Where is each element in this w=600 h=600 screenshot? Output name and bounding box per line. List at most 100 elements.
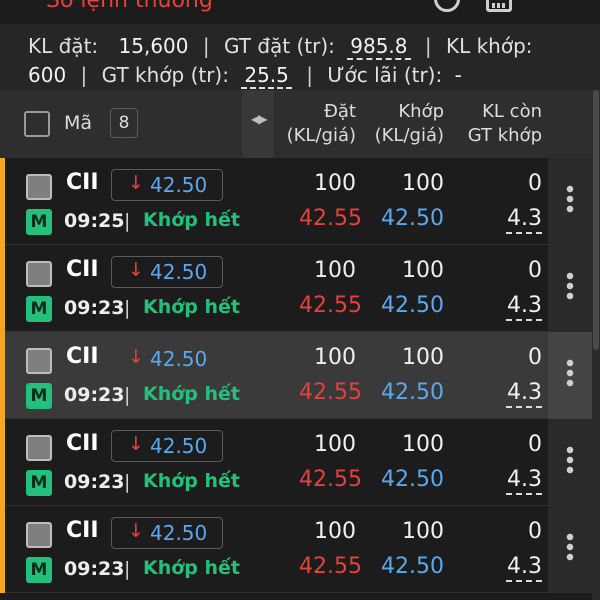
col-klcon[interactable]: KL còn GT khớp	[448, 100, 542, 148]
symbol: CII	[66, 170, 99, 195]
row-accent	[0, 419, 5, 506]
dat-qty: 100	[314, 258, 356, 283]
table-row[interactable]: CII ↓ 42.50 M 09:25 | Khớp hết 100 42.55…	[0, 158, 600, 245]
resize-arrows-icon: ◀▶	[251, 112, 268, 126]
khop-price: 42.50	[381, 554, 444, 579]
kl-khop-label: KL khớp:	[445, 34, 533, 58]
col-khop-line2: (KL/giá)	[374, 125, 444, 146]
gt-khop[interactable]: 4.3	[506, 293, 542, 321]
order-summary: KL đặt: 15,600 | GT đặt (tr): 985.8 | KL…	[0, 24, 600, 90]
khop-qty: 100	[402, 171, 444, 196]
order-status: Khớp hết	[143, 383, 241, 405]
table-row[interactable]: CII ↓ 42.50 M 09:23 | Khớp hết 100 42.55…	[0, 245, 600, 332]
gt-khop[interactable]: 4.3	[506, 380, 542, 408]
kl-con: 0	[528, 519, 542, 544]
kl-khop-value: 600	[28, 63, 67, 87]
table-header: Mã 8 ◀▶ Đặt (KL/giá) Khớp (KL/giá) KL cò…	[0, 90, 600, 158]
col-dat[interactable]: Đặt (KL/giá)	[270, 100, 356, 148]
order-count-badge: 8	[110, 108, 138, 138]
row-menu-button[interactable]	[548, 245, 592, 332]
khop-price: 42.50	[381, 380, 444, 405]
symbol: CII	[66, 344, 99, 369]
gt-dat-value[interactable]: 985.8	[347, 34, 411, 60]
row-menu-button[interactable]	[548, 506, 592, 593]
row-accent	[0, 332, 5, 419]
row-checkbox[interactable]	[26, 261, 52, 287]
kl-con: 0	[528, 171, 542, 196]
summary-line-2: 600 | GT khớp (tr): 25.5 | Ước lãi (tr):…	[28, 61, 572, 90]
row-menu-button[interactable]	[548, 158, 592, 245]
price-box[interactable]: ↓ 42.50	[111, 256, 223, 288]
kl-con: 0	[528, 258, 542, 283]
more-vertical-icon[interactable]	[548, 0, 558, 20]
khop-price: 42.50	[381, 467, 444, 492]
separator: |	[424, 34, 432, 58]
col-klcon-line2: GT khớp	[467, 125, 542, 146]
scrollbar[interactable]	[592, 90, 600, 600]
select-all-checkbox[interactable]	[24, 111, 50, 137]
current-price: 42.50	[150, 434, 208, 458]
kl-con: 0	[528, 432, 542, 457]
table-row[interactable]: CII ↓ 42.50 M 09:23 | Khớp hết 100 42.55…	[0, 506, 600, 593]
gt-khop[interactable]: 4.3	[506, 554, 542, 582]
separator: |	[124, 558, 131, 580]
order-status: Khớp hết	[143, 296, 241, 318]
price-box[interactable]: ↓ 42.50	[111, 517, 223, 549]
price-box[interactable]: ↓ 42.50	[111, 430, 223, 462]
price-box[interactable]: ↓ 42.50	[111, 343, 223, 375]
row-checkbox[interactable]	[26, 174, 52, 200]
kl-dat-label: KL đặt:	[28, 34, 99, 58]
gt-khop-value[interactable]: 25.5	[241, 63, 292, 89]
current-price: 42.50	[150, 260, 208, 284]
col-khop[interactable]: Khớp (KL/giá)	[360, 100, 444, 148]
kl-dat-value: 15,600	[118, 34, 189, 58]
gt-khop-label: GT khớp (tr):	[101, 63, 229, 87]
row-checkbox[interactable]	[26, 348, 52, 374]
summary-line-1: KL đặt: 15,600 | GT đặt (tr): 985.8 | KL…	[28, 32, 572, 61]
table-row[interactable]: CII ↓ 42.50 M 09:23 | Khớp hết 100 42.55…	[0, 419, 600, 506]
dat-qty: 100	[314, 345, 356, 370]
col-khop-line1: Khớp	[398, 101, 444, 122]
table-row[interactable]: CII ↓ 42.50 M 09:23 | Khớp hết 100 42.55…	[0, 332, 600, 419]
separator: |	[306, 63, 313, 87]
more-vertical-icon	[566, 445, 574, 475]
gt-khop[interactable]: 4.3	[506, 467, 542, 495]
arrow-down-icon: ↓	[128, 172, 144, 194]
order-time: 09:23	[64, 471, 125, 493]
more-vertical-icon	[566, 184, 574, 214]
order-type-badge: M	[26, 296, 52, 322]
current-price: 42.50	[150, 521, 208, 545]
current-price: 42.50	[150, 173, 208, 197]
price-box[interactable]: ↓ 42.50	[111, 169, 223, 201]
arrow-down-icon: ↓	[128, 520, 144, 542]
gt-dat-label: GT đặt (tr):	[223, 34, 335, 58]
separator: |	[124, 210, 131, 232]
symbol: CII	[66, 257, 99, 282]
arrow-down-icon: ↓	[128, 346, 144, 368]
symbol: CII	[66, 518, 99, 543]
khop-price: 42.50	[381, 293, 444, 318]
dat-price: 42.55	[299, 380, 362, 405]
more-vertical-icon	[566, 271, 574, 301]
khop-qty: 100	[402, 345, 444, 370]
scrollbar-thumb[interactable]	[593, 90, 599, 350]
col-klcon-line1: KL còn	[482, 101, 542, 122]
khop-qty: 100	[402, 519, 444, 544]
separator: |	[80, 63, 88, 87]
row-menu-button[interactable]	[548, 419, 592, 506]
row-checkbox[interactable]	[26, 435, 52, 461]
uoc-lai-value: -	[454, 63, 462, 87]
dat-price: 42.55	[299, 554, 362, 579]
symbol: CII	[66, 431, 99, 456]
order-status: Khớp hết	[143, 209, 241, 231]
gt-khop[interactable]: 4.3	[506, 206, 542, 234]
calendar-icon[interactable]	[486, 0, 512, 12]
refresh-icon[interactable]	[434, 0, 460, 12]
order-time: 09:23	[64, 558, 125, 580]
page-title: Sổ lệnh thường	[46, 0, 213, 13]
row-checkbox[interactable]	[26, 522, 52, 548]
top-bar: Sổ lệnh thường	[0, 0, 600, 24]
row-accent	[0, 506, 5, 593]
dat-qty: 100	[314, 171, 356, 196]
row-menu-button[interactable]	[548, 332, 592, 419]
